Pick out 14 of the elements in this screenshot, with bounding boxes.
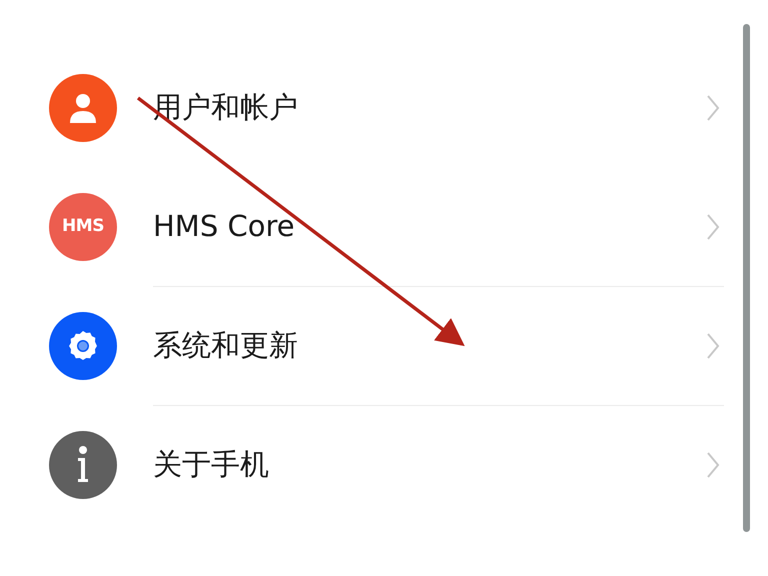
item-label: 系统和更新 (153, 327, 299, 364)
chevron-icon (706, 451, 720, 479)
item-label: HMS Core (153, 208, 296, 246)
chevron-icon (706, 332, 720, 360)
item-label: 用户和帐户 (153, 89, 299, 126)
settings-item[interactable]: 用户和帐户 (49, 49, 724, 167)
scrollbar[interactable] (742, 24, 750, 532)
item-label: 关于手机 (153, 446, 270, 484)
chevron-icon (706, 213, 720, 241)
chevron-icon (706, 94, 720, 122)
hms-logo-icon: HMS (49, 193, 117, 261)
settings-item[interactable]: 关于手机 (49, 406, 724, 524)
settings-item[interactable]: HMS HMS Core (49, 168, 724, 286)
settings-item[interactable]: 系统和更新 (49, 287, 724, 405)
